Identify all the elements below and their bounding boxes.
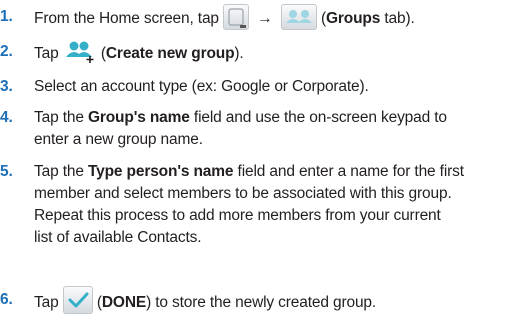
step-number: 5. bbox=[0, 163, 13, 180]
step-number: 6. bbox=[0, 291, 13, 308]
step-number: 2. bbox=[0, 43, 13, 60]
done-checkmark-icon bbox=[62, 286, 93, 314]
create-group-icon bbox=[63, 38, 97, 64]
arrow-icon: → bbox=[257, 10, 273, 28]
contacts-app-icon bbox=[223, 4, 250, 30]
step-text: From the Home screen, tap bbox=[34, 10, 224, 28]
step-number: 3. bbox=[0, 78, 13, 95]
groups-tab-icon bbox=[280, 4, 317, 30]
step-number: 1. bbox=[0, 8, 13, 25]
step-text: Select an account type (ex: Google or Co… bbox=[34, 78, 369, 95]
step-number: 4. bbox=[0, 109, 13, 126]
group-name-label: Group's name bbox=[87, 109, 190, 126]
create-group-label: Create new group bbox=[105, 45, 235, 63]
instruction-list: 1. From the Home screen, tap → (Groups t… bbox=[0, 0, 528, 324]
type-person-label: Type person's name bbox=[87, 163, 234, 180]
done-label: DONE bbox=[101, 294, 147, 312]
groups-tab-label: Groups bbox=[325, 10, 381, 28]
